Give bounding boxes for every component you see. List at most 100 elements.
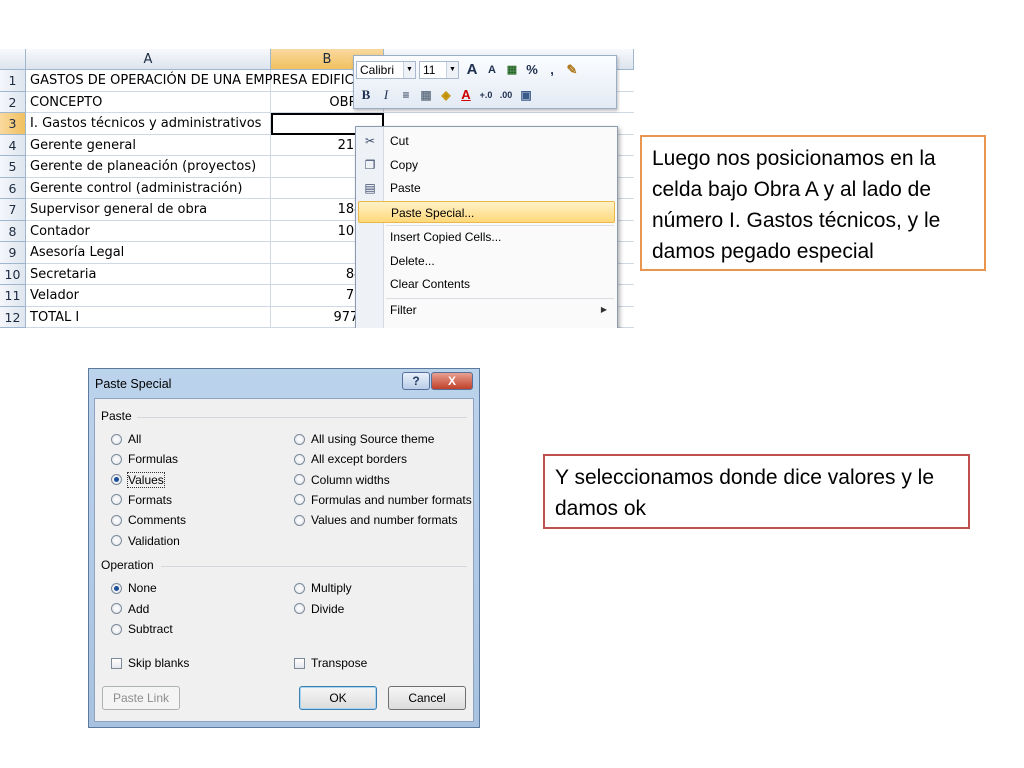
row-header[interactable]: 11 [0, 285, 26, 307]
menu-item-filter[interactable]: Filter ▶ [358, 299, 615, 321]
radio-button[interactable] [294, 603, 305, 614]
radio-label: All using Source theme [311, 432, 435, 446]
radio-all-using-source-theme[interactable]: All using Source theme [294, 431, 434, 447]
radio-label: All [128, 432, 142, 446]
row-header[interactable]: 4 [0, 134, 26, 156]
increase-decimal-button[interactable]: +.0 [478, 86, 494, 104]
row-header[interactable]: 5 [0, 156, 26, 178]
skip-blanks-checkbox[interactable]: Skip blanks [111, 655, 189, 671]
percent-style-button[interactable]: % [524, 61, 540, 79]
radio-multiply[interactable]: Multiply [294, 580, 352, 596]
row-header[interactable]: 6 [0, 177, 26, 199]
cell-a[interactable]: TOTAL I [26, 306, 271, 328]
radio-button[interactable] [111, 514, 122, 526]
chevron-down-icon[interactable]: ▼ [403, 62, 415, 78]
column-header-a[interactable]: A [26, 49, 271, 70]
radio-button[interactable] [111, 535, 122, 546]
radio-label: None [128, 581, 157, 595]
row-header[interactable]: 1 [0, 70, 26, 92]
menu-item-insert-copied-cells[interactable]: Insert Copied Cells... [358, 226, 615, 248]
radio-button[interactable] [111, 582, 122, 594]
menu-item-cut[interactable]: ✂ Cut [358, 130, 615, 152]
menu-item-label: Clear Contents [390, 277, 471, 291]
radio-button[interactable] [294, 582, 305, 594]
fill-color-icon[interactable]: ◈ [438, 86, 454, 104]
row-header[interactable]: 9 [0, 242, 26, 264]
menu-item-paste-special[interactable]: Paste Special... [358, 200, 615, 223]
menu-item-sort[interactable]: Sort ▶ [358, 322, 615, 328]
decrease-decimal-button[interactable]: .00 [498, 86, 514, 104]
radio-button[interactable] [294, 494, 305, 506]
currency-format-icon[interactable]: ▦ [504, 61, 520, 79]
radio-button[interactable] [111, 474, 122, 486]
cell-a[interactable]: Contador [26, 220, 271, 242]
radio-subtract[interactable]: Subtract [111, 621, 173, 637]
radio-button[interactable] [294, 433, 305, 445]
radio-none[interactable]: None [111, 580, 157, 596]
font-color-button[interactable]: A [458, 86, 474, 104]
cell-a[interactable]: Gerente control (administración) [26, 177, 271, 199]
font-size-combo[interactable]: 11 ▼ [419, 61, 459, 79]
radio-button[interactable] [111, 494, 122, 506]
cancel-button[interactable]: Cancel [388, 686, 466, 710]
radio-comments[interactable]: Comments [111, 512, 186, 528]
cell-a[interactable]: GASTOS DE OPERACIÓN DE UNA EMPRESA EDIFI… [26, 70, 363, 92]
chevron-down-icon[interactable]: ▼ [446, 62, 458, 78]
row-header[interactable]: 7 [0, 199, 26, 221]
format-painter-icon[interactable]: ✎ [564, 61, 580, 79]
radio-formulas[interactable]: Formulas [111, 451, 178, 467]
close-button[interactable]: X [431, 372, 473, 390]
ok-button[interactable]: OK [299, 686, 377, 710]
row-header[interactable]: 10 [0, 263, 26, 285]
transpose-checkbox[interactable]: Transpose [294, 655, 367, 671]
menu-item-delete[interactable]: Delete... [358, 250, 615, 272]
grow-font-button[interactable]: A [464, 61, 480, 79]
radio-divide[interactable]: Divide [294, 601, 344, 617]
row-header[interactable]: 8 [0, 220, 26, 242]
radio-all-except-borders[interactable]: All except borders [294, 451, 407, 467]
radio-label: Values and number formats [311, 513, 458, 528]
radio-values[interactable]: Values [111, 471, 165, 488]
checkbox-box[interactable] [111, 657, 122, 669]
select-all-corner[interactable] [0, 49, 26, 70]
checkbox-box[interactable] [294, 657, 305, 669]
radio-formulas-and-number-formats[interactable]: Formulas and number formats [294, 492, 472, 508]
radio-button[interactable] [111, 453, 122, 465]
cell-a[interactable]: Gerente de planeación (proyectos) [26, 156, 271, 178]
cell-a[interactable]: CONCEPTO [26, 91, 271, 113]
radio-all[interactable]: All [111, 431, 141, 447]
shrink-font-button[interactable]: A [484, 61, 500, 79]
radio-button[interactable] [294, 474, 305, 486]
help-button[interactable]: ? [402, 372, 430, 390]
row-header[interactable]: 3 [0, 113, 26, 135]
merge-center-icon[interactable]: ▣ [518, 86, 534, 104]
radio-values-and-number-formats[interactable]: Values and number formats [294, 512, 458, 528]
font-name-combo[interactable]: Calibri ▼ [356, 61, 416, 79]
radio-button[interactable] [294, 514, 305, 526]
radio-validation[interactable]: Validation [111, 533, 180, 549]
bold-button[interactable]: B [358, 86, 374, 104]
borders-icon[interactable]: ▦ [418, 86, 434, 104]
cell-a[interactable]: Velador [26, 285, 271, 307]
row-header[interactable]: 2 [0, 91, 26, 113]
cell-a[interactable]: Secretaria [26, 263, 271, 285]
radio-button[interactable] [111, 603, 122, 614]
menu-item-paste[interactable]: ▤ Paste [358, 177, 615, 199]
cell-a[interactable]: I. Gastos técnicos y administrativos [26, 113, 271, 135]
cell-a[interactable]: Asesoría Legal [26, 242, 271, 264]
cell-a[interactable]: Supervisor general de obra [26, 199, 271, 221]
comma-style-button[interactable]: , [544, 61, 560, 79]
paste-link-button[interactable]: Paste Link [102, 686, 180, 710]
menu-item-copy[interactable]: ❐ Copy [358, 154, 615, 176]
center-align-icon[interactable]: ≡ [398, 86, 414, 104]
radio-button[interactable] [294, 453, 305, 465]
radio-button[interactable] [111, 433, 122, 445]
radio-formats[interactable]: Formats [111, 492, 172, 508]
row-header[interactable]: 12 [0, 306, 26, 328]
menu-item-clear-contents[interactable]: Clear Contents [358, 273, 615, 295]
italic-button[interactable]: I [378, 86, 394, 104]
radio-add[interactable]: Add [111, 601, 149, 617]
radio-column-widths[interactable]: Column widths [294, 472, 390, 488]
radio-button[interactable] [111, 623, 122, 635]
cell-a[interactable]: Gerente general [26, 134, 271, 156]
